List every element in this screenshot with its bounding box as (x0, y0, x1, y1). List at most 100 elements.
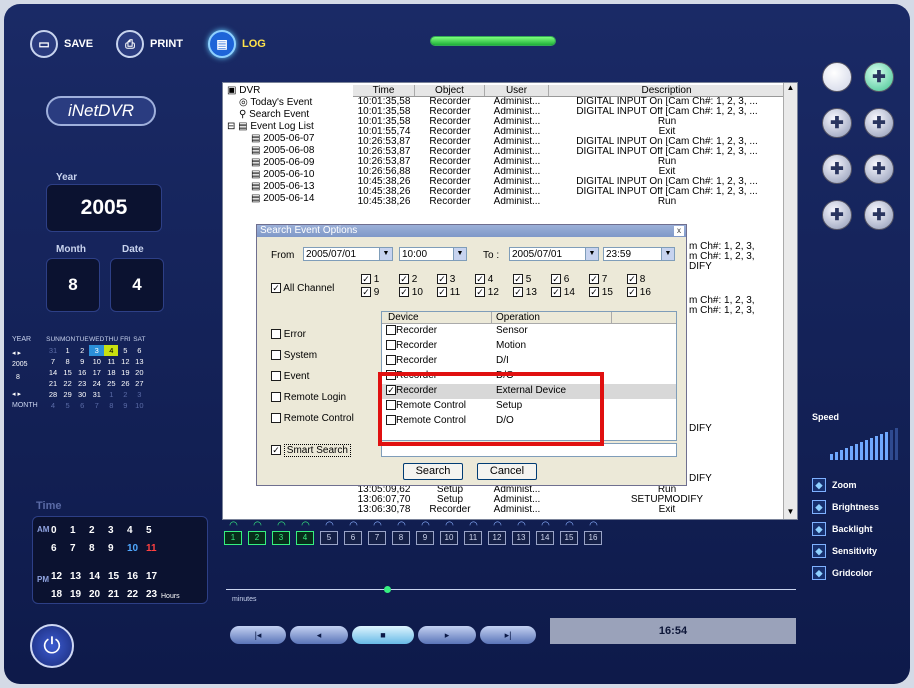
tree-date-item[interactable]: ▤ 2005-06-08 (251, 145, 314, 156)
layout-13-button[interactable]: ✚ (822, 200, 852, 230)
channel-4-checkbox[interactable]: ✓ 4 (475, 274, 493, 285)
gridcolor-option[interactable]: ◆ Gridcolor (812, 562, 908, 584)
channel-6-checkbox[interactable]: ✓ 6 (551, 274, 569, 285)
calendar-day[interactable]: 30 (75, 389, 89, 400)
month-prev-next[interactable]: ◂ ▸ (12, 390, 21, 398)
hour-23[interactable]: 23 (146, 589, 157, 600)
hour-10[interactable]: 10 (127, 543, 138, 554)
layout-8-button[interactable]: ✚ (864, 108, 894, 138)
calendar-day[interactable]: 2 (118, 389, 132, 400)
checkbox-icon[interactable] (386, 355, 396, 366)
calendar-day[interactable]: 21 (46, 378, 60, 389)
hour-7[interactable]: 7 (70, 543, 76, 554)
col-description[interactable]: Description (549, 85, 785, 96)
all-channel-checkbox[interactable]: ✓ All Channel (271, 283, 334, 294)
log-row[interactable]: 10:26:53,87 Recorder Administ... DIGITAL IN… (353, 147, 789, 157)
layout-10-button[interactable]: ✚ (864, 154, 894, 184)
calendar-day[interactable]: 4 (104, 345, 119, 356)
event-checkbox[interactable]: Event (271, 371, 309, 382)
hour-2[interactable]: 2 (89, 525, 95, 536)
camera-1-button[interactable]: ◠ 1 (224, 520, 243, 550)
tree-date-item[interactable]: ▤ 2005-06-10 (251, 169, 314, 180)
to-date-select[interactable]: 2005/07/01 ▼ (509, 247, 599, 261)
device-row[interactable]: Recorder Sensor (382, 324, 676, 339)
speed-control[interactable]: Speed (812, 412, 908, 466)
calendar-day[interactable]: 22 (60, 378, 75, 389)
tree-search[interactable]: ⚲ Search Event (239, 109, 309, 120)
camera-9-button[interactable]: ◠ 9 (416, 520, 435, 550)
calendar-day[interactable]: 3 (89, 345, 105, 356)
log-row[interactable]: 13:06:07,70 Setup Administ... SETUPMODIFY (353, 495, 789, 505)
log-row[interactable]: 10:01:35,58 Recorder Administ... Run (353, 117, 789, 127)
hour-8[interactable]: 8 (89, 543, 95, 554)
calendar-day[interactable]: 25 (104, 378, 118, 389)
log-row[interactable]: 10:26:56,88 Recorder Administ... Exit (353, 167, 789, 177)
layout-16-button[interactable]: ✚ (864, 200, 894, 230)
calendar-day[interactable]: 14 (46, 367, 60, 378)
camera-4-button[interactable]: ◠ 4 (296, 520, 315, 550)
log-row[interactable]: 10:01:55,74 Recorder Administ... Exit (353, 127, 789, 137)
year-prev-next[interactable]: ◂ ▸ (12, 349, 21, 357)
hour-11[interactable]: 11 (146, 543, 157, 554)
log-row[interactable]: 10:01:35,58 Recorder Administ... DIGITAL IN… (353, 97, 789, 107)
tree-log-list[interactable]: ⊟ ▤ Event Log List (227, 121, 314, 132)
calendar-day[interactable]: 17 (89, 367, 104, 378)
calendar-day[interactable]: 3 (132, 389, 146, 400)
calendar-day[interactable]: 27 (132, 378, 146, 389)
calendar-day[interactable]: 26 (118, 378, 132, 389)
calendar-day[interactable]: 11 (104, 356, 118, 367)
channel-5-checkbox[interactable]: ✓ 5 (513, 274, 531, 285)
calendar-day[interactable]: 19 (118, 367, 132, 378)
log-row[interactable]: 10:26:53,87 Recorder Administ... Run (353, 157, 789, 167)
hour-19[interactable]: 19 (70, 589, 81, 600)
calendar-day[interactable]: 31 (46, 345, 60, 356)
camera-2-button[interactable]: ◠ 2 (248, 520, 267, 550)
camera-6-button[interactable]: ◠ 6 (344, 520, 363, 550)
hour-0[interactable]: 0 (51, 525, 57, 536)
calendar-day[interactable]: 6 (132, 345, 146, 356)
remote-control-checkbox[interactable]: Remote Control (271, 413, 354, 424)
log-row[interactable]: 10:45:38,26 Recorder Administ... DIGITAL IN… (353, 187, 789, 197)
checkbox-icon[interactable] (386, 340, 396, 351)
device-row[interactable]: Recorder Motion (382, 339, 676, 354)
operation-header[interactable]: Operation (492, 312, 612, 323)
camera-14-button[interactable]: ◠ 14 (536, 520, 555, 550)
hour-21[interactable]: 21 (108, 589, 119, 600)
layout-6-button[interactable]: ✚ (822, 108, 852, 138)
calendar-day[interactable]: 31 (89, 389, 104, 400)
calendar-day[interactable]: 12 (118, 356, 132, 367)
channel-1-checkbox[interactable]: ✓ 1 (361, 274, 379, 285)
zoom-option[interactable]: ◆ Zoom (812, 474, 908, 496)
remote-login-checkbox[interactable]: Remote Login (271, 392, 346, 403)
calendar-day[interactable]: 24 (89, 378, 104, 389)
calendar-day[interactable]: 8 (104, 400, 118, 411)
hour-1[interactable]: 1 (70, 525, 76, 536)
scroll-up-icon[interactable]: ▲ (784, 83, 797, 95)
tree-date-item[interactable]: ▤ 2005-06-14 (251, 193, 314, 204)
timeline[interactable] (226, 582, 796, 598)
device-header[interactable]: Device (382, 312, 492, 323)
search-button[interactable]: Search (403, 463, 463, 480)
checkbox-icon[interactable] (386, 325, 396, 336)
channel-15-checkbox[interactable]: ✓ 15 (589, 287, 613, 298)
calendar-day[interactable]: 18 (104, 367, 118, 378)
calendar-day[interactable]: 7 (89, 400, 104, 411)
tree-date-item[interactable]: ▤ 2005-06-09 (251, 157, 314, 168)
from-time-select[interactable]: 10:00 ▼ (399, 247, 467, 261)
col-time[interactable]: Time (353, 85, 415, 96)
calendar-day[interactable]: 13 (132, 356, 146, 367)
hour-14[interactable]: 14 (89, 571, 100, 582)
calendar-day[interactable]: 7 (46, 356, 60, 367)
calendar-day[interactable]: 4 (46, 400, 60, 411)
brightness-option[interactable]: ◆ Brightness (812, 496, 908, 518)
channel-12-checkbox[interactable]: ✓ 12 (475, 287, 499, 298)
layout-1-button[interactable] (822, 62, 852, 92)
hour-13[interactable]: 13 (70, 571, 81, 582)
log-row[interactable]: 10:01:35,58 Recorder Administ... DIGITAL IN… (353, 107, 789, 117)
tree-date-item[interactable]: ▤ 2005-06-13 (251, 181, 314, 192)
channel-13-checkbox[interactable]: ✓ 13 (513, 287, 537, 298)
layout-9-button[interactable]: ✚ (822, 154, 852, 184)
power-button[interactable]: ⏻ (30, 624, 74, 668)
camera-8-button[interactable]: ◠ 8 (392, 520, 411, 550)
print-button[interactable]: ⎙ PRINT (116, 30, 183, 58)
